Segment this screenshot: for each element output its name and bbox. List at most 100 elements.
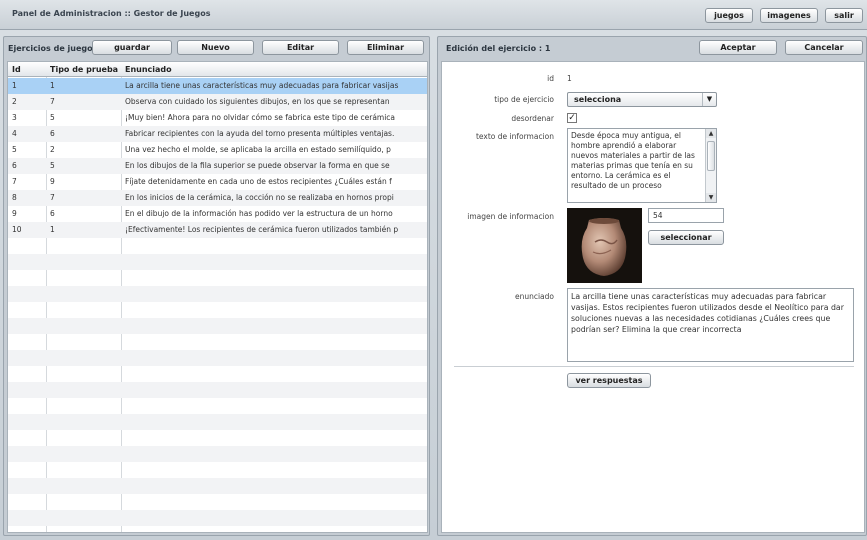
table-header: Id Tipo de prueba Enunciado xyxy=(8,62,427,77)
cell-id: 6 xyxy=(12,161,17,170)
id-label: id xyxy=(547,74,554,83)
cell-tipo: 1 xyxy=(50,225,55,234)
tipo-ejercicio-value: selecciona xyxy=(574,95,622,104)
top-bar: Panel de Administracion :: Gestor de Jue… xyxy=(0,0,867,30)
ceramic-vessel-image xyxy=(567,208,642,283)
column-header-id[interactable]: Id xyxy=(8,62,46,77)
table-row[interactable]: 2 7 Observa con cuidado los siguientes dib… xyxy=(8,94,427,110)
cell-tipo: 9 xyxy=(50,177,55,186)
table-row[interactable]: 4 6 Fabricar recipientes con la ayuda del … xyxy=(8,126,427,142)
empty-table-row xyxy=(8,446,427,462)
scroll-thumb[interactable] xyxy=(707,141,715,171)
empty-table-row xyxy=(8,510,427,526)
column-header-tipo[interactable]: Tipo de prueba xyxy=(46,62,121,77)
cell-enunciado: La arcilla tiene unas características mu… xyxy=(125,81,399,90)
app-title: Panel de Administracion :: Gestor de Jue… xyxy=(12,9,211,18)
texto-informacion-label: texto de informacion xyxy=(475,132,554,141)
empty-table-row xyxy=(8,478,427,494)
empty-table-row xyxy=(8,286,427,302)
edit-form: id 1 tipo de ejercicio selecciona ▼ deso… xyxy=(441,61,865,533)
cell-enunciado: ¡Muy bien! Ahora para no olvidar cómo se… xyxy=(125,113,396,122)
cell-tipo: 1 xyxy=(50,81,55,90)
empty-table-row xyxy=(8,366,427,382)
imagenes-button[interactable]: imagenes xyxy=(760,8,818,23)
texto-informacion-textarea[interactable]: Desde época muy antigua, el hombre apren… xyxy=(567,128,717,203)
aceptar-button[interactable]: Aceptar xyxy=(699,40,777,55)
texto-scrollbar[interactable]: ▲ ▼ xyxy=(705,129,716,202)
scroll-up-icon[interactable]: ▲ xyxy=(706,129,716,138)
chevron-down-icon[interactable]: ▼ xyxy=(702,93,716,106)
cell-tipo: 7 xyxy=(50,97,55,106)
eliminar-button[interactable]: Eliminar xyxy=(347,40,424,55)
cell-id: 5 xyxy=(12,145,17,154)
desordenar-checkbox[interactable]: ✓ xyxy=(567,113,577,123)
desordenar-label: desordenar xyxy=(511,114,554,123)
cell-tipo: 7 xyxy=(50,193,55,202)
salir-button[interactable]: salir xyxy=(825,8,863,23)
empty-table-row xyxy=(8,350,427,366)
table-row[interactable]: 1 1 La arcilla tiene unas características … xyxy=(8,78,427,94)
table-row[interactable]: 7 9 Fíjate detenidamente en cada uno de es… xyxy=(8,174,427,190)
cell-tipo: 5 xyxy=(50,161,55,170)
empty-table-row xyxy=(8,398,427,414)
empty-table-row xyxy=(8,302,427,318)
seleccionar-button[interactable]: seleccionar xyxy=(648,230,724,245)
cell-id: 4 xyxy=(12,129,17,138)
table-row[interactable]: 6 5 En los dibujos de la fila superior se … xyxy=(8,158,427,174)
edit-panel-title: Edición del ejercicio : 1 xyxy=(446,44,551,53)
cell-enunciado: Fíjate detenidamente en cada uno de esto… xyxy=(125,177,392,186)
cell-id: 1 xyxy=(12,81,17,90)
form-divider xyxy=(454,366,854,367)
table-row[interactable]: 5 2 Una vez hecho el molde, se aplicaba la… xyxy=(8,142,427,158)
cell-enunciado: Una vez hecho el molde, se aplicaba la a… xyxy=(125,145,391,154)
column-header-enunciado[interactable]: Enunciado xyxy=(121,62,421,77)
texto-informacion-text: Desde época muy antigua, el hombre apren… xyxy=(571,131,695,190)
cell-id: 2 xyxy=(12,97,17,106)
id-value: 1 xyxy=(567,74,572,83)
cell-id: 3 xyxy=(12,113,17,122)
empty-table-row xyxy=(8,414,427,430)
imagen-id-input[interactable]: 54 xyxy=(648,208,724,223)
cell-id: 8 xyxy=(12,193,17,202)
table-body: 1 1 La arcilla tiene unas características … xyxy=(8,78,427,526)
editar-button[interactable]: Editar xyxy=(262,40,339,55)
enunciado-textarea[interactable]: La arcilla tiene unas características mu… xyxy=(567,288,854,362)
cell-enunciado: ¡Efectivamente! Los recipientes de cerám… xyxy=(125,225,399,234)
exercise-list-panel: Ejercicios de juego 6 guardar Nuevo Edit… xyxy=(3,36,430,536)
empty-table-row xyxy=(8,254,427,270)
cell-id: 10 xyxy=(12,225,22,234)
table-row[interactable]: 10 1 ¡Efectivamente! Los recipientes de ce… xyxy=(8,222,427,238)
cell-id: 7 xyxy=(12,177,17,186)
empty-table-row xyxy=(8,494,427,510)
cell-tipo: 6 xyxy=(50,129,55,138)
info-image xyxy=(567,208,642,283)
exercise-edit-panel: Edición del ejercicio : 1 Aceptar Cancel… xyxy=(437,36,867,536)
tipo-ejercicio-label: tipo de ejercicio xyxy=(494,95,554,104)
empty-table-row xyxy=(8,270,427,286)
exercise-list-title: Ejercicios de juego 6 xyxy=(8,44,98,53)
cell-enunciado: En los inicios de la cerámica, la cocció… xyxy=(125,193,394,202)
imagen-informacion-label: imagen de informacion xyxy=(467,212,554,221)
empty-table-row xyxy=(8,334,427,350)
table-row[interactable]: 8 7 En los inicios de la cerámica, la cocc… xyxy=(8,190,427,206)
table-row[interactable]: 3 5 ¡Muy bien! Ahora para no olvidar cómo … xyxy=(8,110,427,126)
juegos-button[interactable]: juegos xyxy=(705,8,753,23)
cell-tipo: 5 xyxy=(50,113,55,122)
table-row[interactable]: 9 6 En el dibujo de la información has pod… xyxy=(8,206,427,222)
nuevo-button[interactable]: Nuevo xyxy=(177,40,254,55)
empty-table-row xyxy=(8,238,427,254)
cell-tipo: 2 xyxy=(50,145,55,154)
enunciado-label: enunciado xyxy=(514,292,554,301)
tipo-ejercicio-select[interactable]: selecciona ▼ xyxy=(567,92,717,107)
empty-table-row xyxy=(8,430,427,446)
cell-tipo: 6 xyxy=(50,209,55,218)
cancelar-button[interactable]: Cancelar xyxy=(785,40,863,55)
cell-id: 9 xyxy=(12,209,17,218)
scroll-down-icon[interactable]: ▼ xyxy=(706,193,716,202)
guardar-button[interactable]: guardar xyxy=(92,40,172,55)
exercise-table: Id Tipo de prueba Enunciado 1 1 La arcilla… xyxy=(7,61,428,533)
empty-table-row xyxy=(8,318,427,334)
ver-respuestas-button[interactable]: ver respuestas xyxy=(567,373,651,388)
empty-table-row xyxy=(8,462,427,478)
cell-enunciado: En el dibujo de la información has podid… xyxy=(125,209,393,218)
